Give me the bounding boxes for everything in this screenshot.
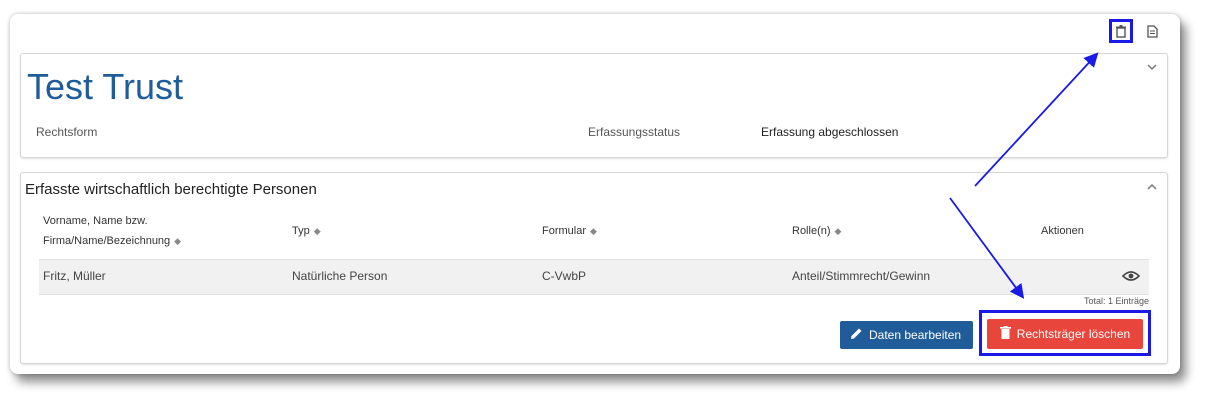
eye-icon[interactable] <box>1121 266 1141 286</box>
beneficial-owners-panel: Erfasste wirtschaftlich berechtigte Pers… <box>20 172 1168 364</box>
rechtsform-label: Rechtsform <box>36 125 98 139</box>
column-header-aktionen: Aktionen <box>1041 225 1084 237</box>
section-title: Erfasste wirtschaftlich berechtigte Pers… <box>25 181 317 198</box>
column-header-formular[interactable]: Formular ◆ <box>542 221 597 241</box>
cell-typ: Natürliche Person <box>292 269 388 283</box>
sort-icon[interactable]: ◆ <box>590 226 597 236</box>
status-label: Erfassungsstatus <box>588 125 681 139</box>
cell-name: Fritz, Müller <box>43 269 106 283</box>
sort-icon[interactable]: ◆ <box>174 236 181 246</box>
document-icon[interactable] <box>1142 20 1162 42</box>
page-title: Test Trust <box>27 66 184 107</box>
cell-formular: C-VwbP <box>542 269 587 283</box>
total-count: Total: 1 Einträge <box>1083 296 1149 306</box>
cell-rolle: Anteil/Stimmrecht/Gewinn <box>792 269 931 283</box>
entity-summary-panel: Test Trust Rechtsform Erfassungsstatus E… <box>20 53 1168 158</box>
table-row: Fritz, Müller Natürliche Person C-VwbP A… <box>39 259 1149 295</box>
column-header-rolle[interactable]: Rolle(n) ◆ <box>792 221 841 241</box>
sort-icon[interactable]: ◆ <box>835 226 842 236</box>
trash-icon <box>999 326 1011 342</box>
edit-data-button[interactable]: Daten bearbeiten <box>840 321 973 349</box>
sort-icon[interactable]: ◆ <box>314 226 321 236</box>
column-header-name[interactable]: Vorname, Name bzw. Firma/Name/Bezeichnun… <box>43 211 263 251</box>
pencil-icon <box>850 327 863 343</box>
column-header-typ[interactable]: Typ ◆ <box>292 221 321 241</box>
trash-icon[interactable] <box>1109 19 1133 43</box>
delete-entity-button[interactable]: Rechtsträger löschen <box>987 319 1143 349</box>
chevron-up-icon[interactable] <box>1147 181 1157 193</box>
status-value: Erfassung abgeschlossen <box>761 125 899 139</box>
chevron-down-icon[interactable] <box>1147 62 1157 74</box>
